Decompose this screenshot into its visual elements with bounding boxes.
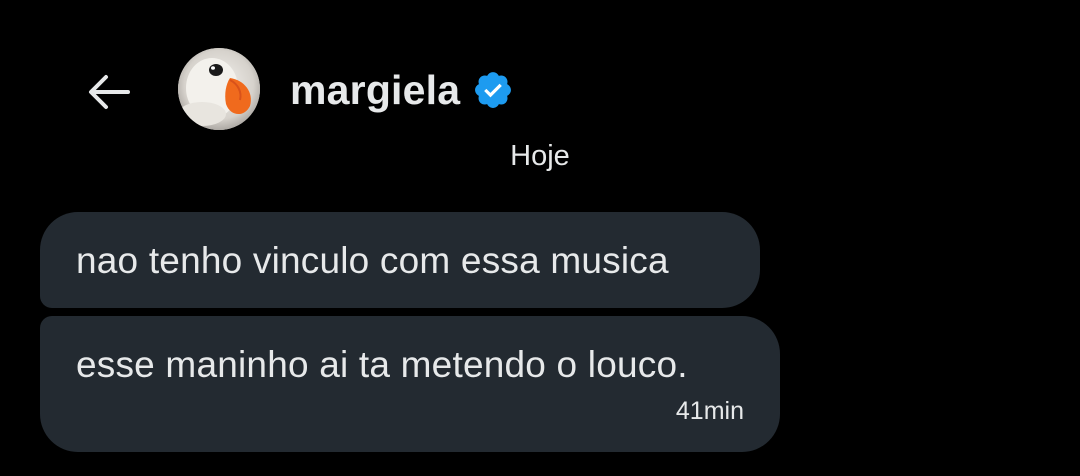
conversation-header: margiela	[0, 40, 1080, 140]
back-button[interactable]	[80, 64, 136, 120]
message-bubble[interactable]: nao tenho vinculo com essa musica	[40, 212, 760, 308]
dm-conversation-screen: margiela Hoje nao tenho vinculo com essa…	[0, 0, 1080, 476]
back-arrow-icon	[89, 75, 130, 109]
message-text: esse maninho ai ta metendo o louco.	[76, 344, 688, 385]
message-timestamp: 41min	[675, 397, 744, 425]
date-separator-label: Hoje	[510, 140, 570, 172]
date-separator: Hoje	[0, 140, 1080, 173]
contact-username: margiela	[290, 66, 461, 113]
goose-avatar-image	[178, 48, 260, 130]
message-bubble[interactable]: esse maninho ai ta metendo o louco. 41mi…	[40, 316, 780, 452]
verified-badge-icon	[472, 69, 514, 111]
avatar[interactable]	[178, 48, 260, 130]
message-text: nao tenho vinculo com essa musica	[76, 240, 669, 281]
contact-name-link[interactable]: margiela	[290, 64, 514, 116]
